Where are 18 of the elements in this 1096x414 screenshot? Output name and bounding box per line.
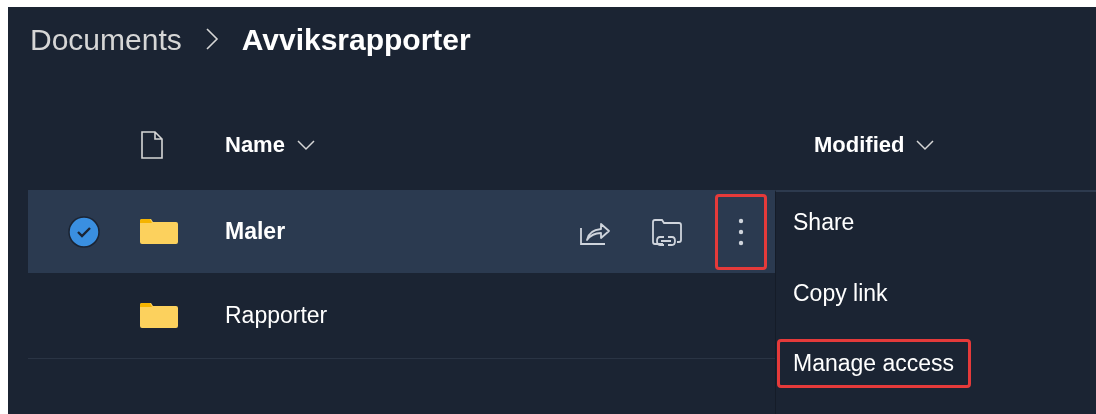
current-folder: Avviksrapporter: [241, 21, 471, 58]
more-options-button[interactable]: [715, 193, 767, 270]
breadcrumb-link[interactable]: Documents: [30, 16, 182, 62]
column-header[interactable]: Name: [225, 128, 571, 161]
chevron-icon: [203, 27, 220, 51]
folder-link-icon: [651, 217, 683, 246]
column-header[interactable]: Modified: [814, 128, 935, 161]
sort-icon: [296, 138, 315, 151]
menu-item[interactable]: Share: [777, 198, 872, 247]
menu-item[interactable]: Manage access: [777, 339, 972, 388]
file-icon: [140, 130, 164, 159]
folder-icon: [140, 217, 178, 246]
sort-icon: [916, 138, 935, 151]
folder-icon: [140, 301, 178, 330]
more-icon: [738, 217, 744, 246]
menu-item[interactable]: Copy link: [777, 268, 905, 317]
file-name[interactable]: Maler: [225, 214, 571, 249]
file-name[interactable]: Rapporter: [225, 298, 571, 333]
